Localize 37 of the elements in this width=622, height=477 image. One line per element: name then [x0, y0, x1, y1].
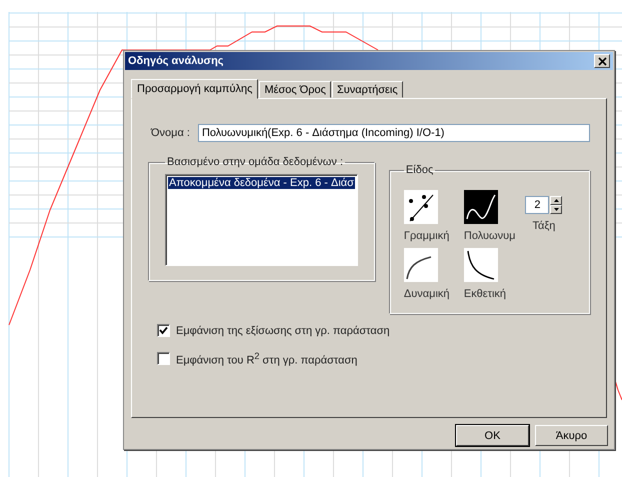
list-item[interactable]: Αποκομμένα δεδομένα - Exp. 6 - Διάσ — [168, 177, 355, 189]
fit-type-label: Δυναμική — [404, 288, 450, 300]
close-button[interactable] — [594, 54, 610, 68]
order-field[interactable]: 2 — [525, 196, 550, 214]
fit-type-label: Γραμμική — [404, 230, 450, 242]
tab[interactable]: Μέσος Όρος — [259, 81, 331, 98]
power-curve-icon — [406, 256, 432, 280]
checkbox-label: Εμφάνιση του R$^{2}$ στη γρ. παράσταση — [176, 351, 358, 367]
down-arrow-icon — [554, 208, 559, 211]
order-label: Τάξη — [532, 220, 556, 232]
checkbox-label: Εμφάνιση της εξίσωσης στη γρ. παράσταση — [176, 324, 390, 336]
up-arrow-icon — [554, 199, 559, 202]
window-title: Οδηγός ανάλυσης — [128, 55, 224, 67]
checkbox[interactable] — [157, 324, 170, 337]
check-icon — [159, 326, 168, 335]
cancel-button[interactable]: Άκυρο — [535, 425, 608, 446]
close-icon — [598, 56, 606, 66]
spin-up-button[interactable] — [550, 196, 562, 205]
tab[interactable]: Προσαρμογή καμπύλης — [131, 79, 258, 99]
group-title: Βασισμένο στην ομάδα δεδομένων : — [166, 156, 344, 168]
polynomial-curve-icon — [466, 194, 496, 220]
decay-curve-icon — [467, 250, 494, 280]
spin-down-button[interactable] — [550, 205, 562, 214]
dataset-list[interactable]: Αποκομμένα δεδομένα - Exp. 6 - Διάσ — [165, 174, 358, 266]
fit-type-button[interactable] — [464, 248, 498, 282]
fit-type-button[interactable] — [404, 248, 438, 282]
tab[interactable]: Συναρτήσεις — [332, 81, 403, 98]
scatter-line-icon — [408, 194, 434, 222]
checkbox[interactable] — [157, 352, 170, 366]
ok-button[interactable]: OK — [456, 425, 529, 446]
fit-type-button[interactable] — [404, 190, 438, 224]
group-title: Είδος — [404, 164, 434, 176]
name-label: Όνομα : — [151, 127, 190, 139]
fit-type-label: Πολυωνυμ — [464, 230, 516, 242]
fit-type-button[interactable] — [464, 190, 498, 224]
fit-type-label: Εκθετική — [464, 288, 506, 300]
name-field[interactable]: Πολυωνυμική(Exp. 6 - Διάστημα (Incoming) I/O-1) — [198, 124, 590, 142]
